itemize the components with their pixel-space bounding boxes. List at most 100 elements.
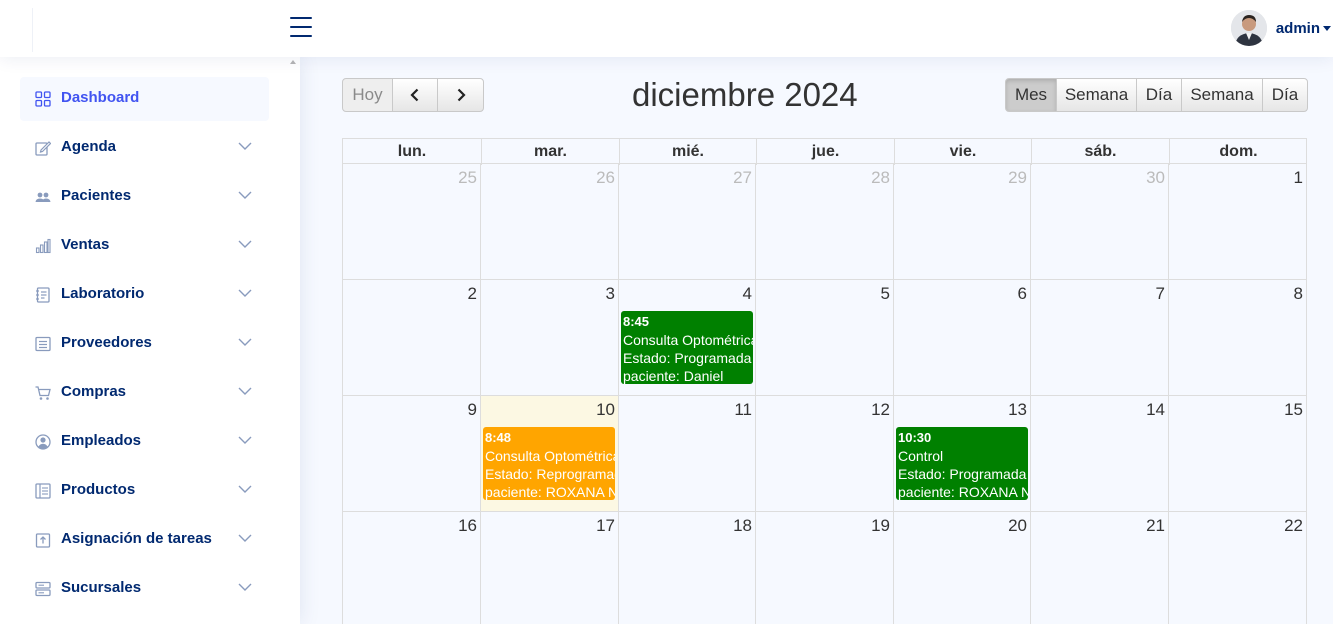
view-day-list-button[interactable]: Día (1262, 78, 1308, 112)
day-number[interactable]: 14 (1146, 400, 1165, 420)
day-number[interactable]: 20 (1008, 516, 1027, 536)
sidebar-item-pacientes[interactable]: Pacientes (20, 175, 269, 219)
grid-right-border (1306, 164, 1307, 624)
day-number[interactable]: 7 (1156, 284, 1165, 304)
people-icon (35, 192, 51, 202)
day-number[interactable]: 28 (871, 168, 890, 188)
chevron-down-icon (238, 534, 252, 542)
day-cell[interactable]: 8 (1168, 280, 1306, 396)
day-cell[interactable]: 27 (618, 164, 755, 280)
day-cell[interactable]: 9 (342, 396, 480, 512)
view-week-button[interactable]: Semana (1056, 78, 1137, 112)
sidebar-item-productos[interactable]: Productos (20, 469, 269, 513)
day-cell[interactable]: 26 (480, 164, 618, 280)
day-cell[interactable]: 1 (1168, 164, 1306, 280)
event-status: Estado: Programada (898, 466, 1027, 482)
day-number[interactable]: 19 (871, 516, 890, 536)
day-number[interactable]: 29 (1008, 168, 1027, 188)
event-title: Control (898, 448, 944, 464)
day-cell[interactable]: 14 (1030, 396, 1168, 512)
day-number[interactable]: 2 (468, 284, 477, 304)
hamburger-icon-bar (290, 35, 312, 37)
day-number[interactable]: 22 (1284, 516, 1303, 536)
weekday-label: mié. (619, 139, 756, 165)
day-cell[interactable]: 5 (755, 280, 893, 396)
sidebar-item-asignacion-de-tareas[interactable]: Asignación de tareas (20, 518, 269, 562)
sidebar-item-label: Empleados (61, 432, 142, 449)
scroll-up-arrow-icon[interactable] (290, 60, 296, 64)
day-number[interactable]: 13 (1008, 400, 1027, 420)
day-cell[interactable]: 17 (480, 512, 618, 624)
day-cell[interactable]: 11 (618, 396, 755, 512)
day-number[interactable]: 4 (743, 284, 752, 304)
toggle-sidebar-button[interactable] (290, 16, 312, 38)
sidebar-item-dashboard[interactable]: Dashboard (20, 77, 269, 121)
bar-chart-icon (35, 238, 51, 254)
sidebar-item-empleados[interactable]: Empleados (20, 420, 269, 464)
next-month-button[interactable] (437, 78, 484, 112)
day-number[interactable]: 30 (1146, 168, 1165, 188)
day-cell[interactable]: 29 (893, 164, 1030, 280)
weekday-label: vie. (894, 139, 1031, 165)
sidebar-item-label: Dashboard (61, 89, 140, 106)
day-number[interactable]: 26 (596, 168, 615, 188)
day-number[interactable]: 25 (458, 168, 477, 188)
day-cell[interactable]: 25 (342, 164, 480, 280)
day-number[interactable]: 6 (1018, 284, 1027, 304)
day-number[interactable]: 11 (734, 400, 752, 420)
user-menu[interactable]: admin (1230, 8, 1333, 48)
chevron-down-icon (238, 436, 252, 444)
prev-month-button[interactable] (392, 78, 438, 112)
day-number[interactable]: 21 (1146, 516, 1165, 536)
sidebar-item-agenda[interactable]: Agenda (20, 126, 269, 170)
sidebar-item-ventas[interactable]: Ventas (20, 224, 269, 268)
calendar-event[interactable]: 10:30 Control Estado: Programada paciente: … (896, 427, 1028, 500)
chevron-left-icon (410, 88, 419, 102)
day-number[interactable]: 15 (1284, 400, 1303, 420)
day-number[interactable]: 12 (871, 400, 890, 420)
view-month-button[interactable]: Mes (1005, 78, 1057, 112)
day-number[interactable]: 16 (458, 516, 477, 536)
calendar-event[interactable]: 8:48 Consulta Optométrica Estado: Reprogra… (483, 427, 615, 500)
day-cell[interactable]: 21 (1030, 512, 1168, 624)
day-number[interactable]: 27 (733, 168, 752, 188)
day-number[interactable]: 9 (468, 400, 477, 420)
user-name[interactable]: admin (1276, 20, 1320, 37)
day-cell[interactable]: 6 (893, 280, 1030, 396)
day-cell[interactable]: 7 (1030, 280, 1168, 396)
day-number[interactable]: 17 (596, 516, 615, 536)
day-cell[interactable]: 12 (755, 396, 893, 512)
day-number[interactable]: 18 (733, 516, 752, 536)
day-cell[interactable]: 30 (1030, 164, 1168, 280)
day-cell[interactable]: 2 (342, 280, 480, 396)
event-time: 10:30 (898, 430, 932, 445)
day-cell[interactable]: 3 (480, 280, 618, 396)
chevron-right-icon (457, 88, 466, 102)
day-number[interactable]: 1 (1294, 168, 1303, 188)
view-week-list-button[interactable]: Semana (1181, 78, 1263, 112)
day-cell[interactable]: 22 (1168, 512, 1306, 624)
day-number[interactable]: 3 (606, 284, 615, 304)
calendar-event[interactable]: 8:45 Consulta Optométrica Estado: Programa… (621, 311, 753, 384)
day-number[interactable]: 8 (1294, 284, 1303, 304)
sidebar-item-proveedores[interactable]: Proveedores (20, 322, 269, 366)
day-cell[interactable]: 19 (755, 512, 893, 624)
sidebar-item-label: Proveedores (61, 334, 152, 351)
sidebar-item-compras[interactable]: Compras (20, 371, 269, 415)
logo-area[interactable] (0, 0, 230, 57)
today-button[interactable]: Hoy (342, 78, 393, 112)
day-cell[interactable]: 16 (342, 512, 480, 624)
day-cell[interactable]: 28 (755, 164, 893, 280)
day-cell[interactable]: 20 (893, 512, 1030, 624)
card-list-icon (35, 336, 51, 352)
day-cell[interactable]: 15 (1168, 396, 1306, 512)
sidebar-item-laboratorio[interactable]: Laboratorio (20, 273, 269, 317)
event-title: Consulta Optométrica (485, 448, 615, 464)
view-day-button[interactable]: Día (1136, 78, 1182, 112)
day-number[interactable]: 5 (881, 284, 890, 304)
caret-down-icon (1323, 25, 1331, 31)
day-cell[interactable]: 18 (618, 512, 755, 624)
sidebar-item-sucursales[interactable]: Sucursales (20, 567, 269, 611)
day-number[interactable]: 10 (596, 400, 615, 420)
chevron-down-icon (238, 142, 252, 150)
